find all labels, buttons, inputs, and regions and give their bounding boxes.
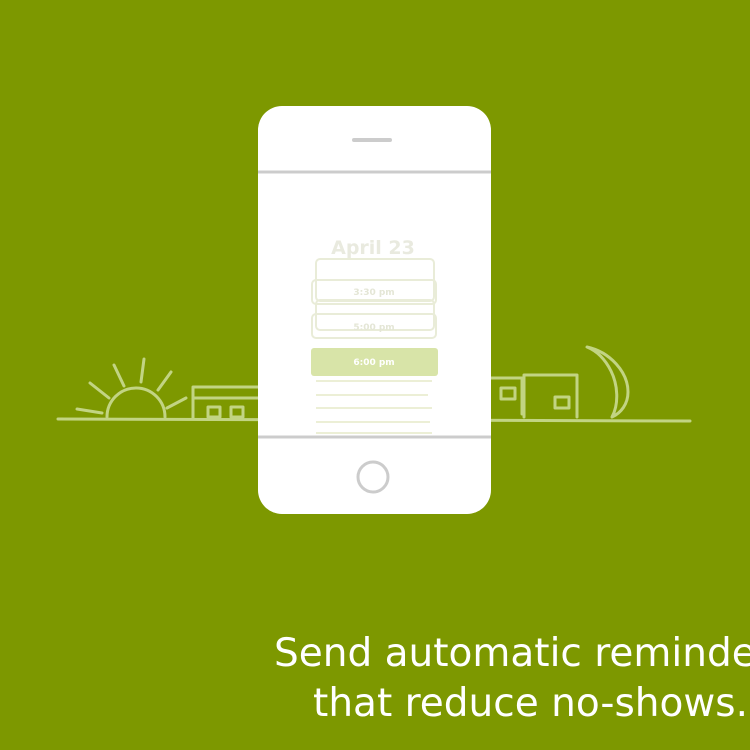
moon-icon: [585, 345, 630, 419]
building-icon: [478, 373, 579, 419]
time-slot-2[interactable]: 5:00 pm: [353, 323, 394, 333]
time-slot-1[interactable]: 3:30 pm: [353, 288, 394, 298]
caption-line-2: that reduce no-shows.: [313, 681, 748, 726]
phone-body: [258, 106, 491, 514]
time-slot-3-selected[interactable]: 6:00 pm: [353, 358, 394, 368]
phone-speaker: [352, 138, 392, 142]
phone: April 23 3:30 pm 5:00 pm 6:00 pm: [258, 106, 491, 514]
sun-icon: [75, 357, 188, 419]
calendar-date: April 23: [331, 237, 415, 259]
caption: Send automatic reminders that reduce no-…: [0, 626, 750, 736]
caption-line-1: Send automatic reminders: [274, 631, 750, 676]
